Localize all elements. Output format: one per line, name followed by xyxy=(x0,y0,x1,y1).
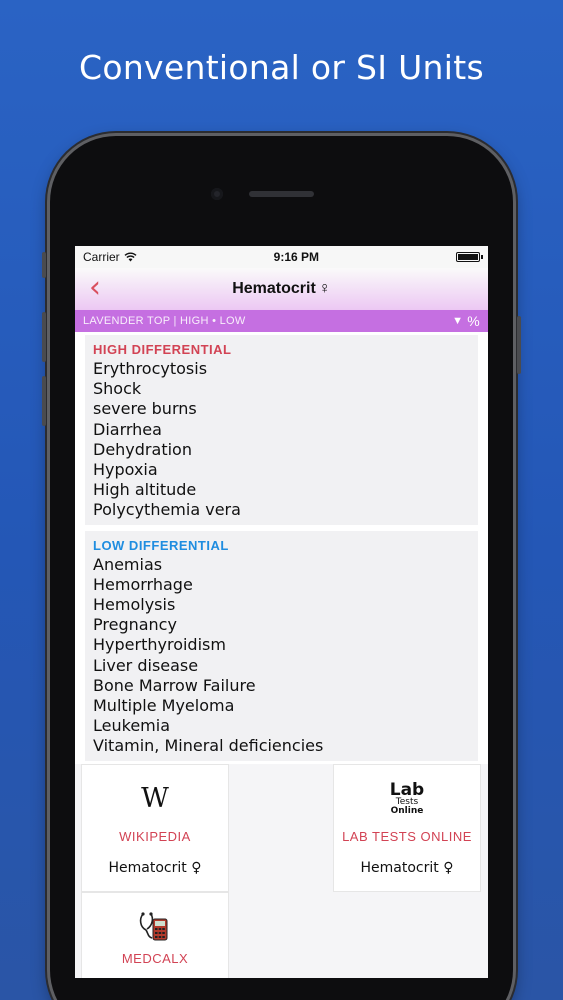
medcalx-link-card[interactable]: MEDCALX xyxy=(81,891,229,978)
lab-logo-big: Lab xyxy=(389,780,425,801)
differential-item: Vitamin, Mineral deficiencies xyxy=(93,736,324,756)
lab-tests-online-subtitle: Hematocrit ♀ xyxy=(360,859,454,876)
battery-icon xyxy=(456,252,483,262)
low-differential-list: Anemias Hemorrhage Hemolysis Pregnancy Hyper… xyxy=(93,555,470,757)
page-title: Hematocrit ♀ xyxy=(232,280,331,298)
unit-toggle-button[interactable]: % xyxy=(467,313,480,329)
high-differential-title: HIGH DIFFERENTIAL xyxy=(93,342,232,357)
power-button xyxy=(517,316,521,374)
phone-frame: Carrier 9:16 PM ‹ Hematocrit ♀ LAVENDER T… xyxy=(42,136,521,1000)
wikipedia-link-card[interactable]: W WIKIPEDIA Hematocrit ♀ xyxy=(81,763,229,892)
differential-item: Erythrocytosis xyxy=(93,359,208,378)
differential-item: Anemias xyxy=(93,554,163,574)
navigation-bar: ‹ Hematocrit ♀ xyxy=(75,268,488,310)
back-button[interactable]: ‹ xyxy=(81,273,109,304)
low-differential-card: LOW DIFFERENTIAL Anemias Hemorrhage Hemoly… xyxy=(85,530,478,761)
specimen-info-bar: LAVENDER TOP | HIGH • LOW ▼ % xyxy=(75,310,488,332)
app-screen: Carrier 9:16 PM ‹ Hematocrit ♀ LAVENDER T… xyxy=(75,246,488,978)
differential-item: Hemolysis xyxy=(93,595,176,615)
differential-item: Multiple Myeloma xyxy=(93,696,235,716)
wikipedia-logo-icon: W xyxy=(141,783,169,815)
wikipedia-label: WIKIPEDIA xyxy=(119,828,191,844)
front-camera xyxy=(211,188,223,200)
differential-item: Dehydration xyxy=(93,439,192,459)
earpiece-speaker xyxy=(249,191,314,197)
reference-links-grid: W WIKIPEDIA Hematocrit ♀ Lab Tests Onlin… xyxy=(75,763,488,978)
differential-item: High altitude xyxy=(93,480,197,500)
differential-item: Pregnancy xyxy=(93,615,177,635)
volume-down-button xyxy=(42,376,46,426)
mute-switch xyxy=(42,252,46,278)
differential-item: Bone Marrow Failure xyxy=(93,675,256,695)
female-symbol-icon: ♀ xyxy=(318,280,331,297)
differential-item: Hyperthyroidism xyxy=(93,635,226,655)
specimen-info-text: LAVENDER TOP | HIGH • LOW xyxy=(83,315,246,327)
wifi-icon xyxy=(124,252,137,262)
high-differential-card: HIGH DIFFERENTIAL Erythrocytosis Shock sev… xyxy=(85,335,478,525)
differential-item: Hemorrhage xyxy=(93,574,193,594)
status-bar: Carrier 9:16 PM xyxy=(75,246,488,268)
lab-logo-online: Online xyxy=(390,805,424,816)
differential-item: Diarrhea xyxy=(93,419,162,439)
volume-up-button xyxy=(42,312,46,362)
page-title-text: Hematocrit xyxy=(232,280,316,297)
differential-item: Hypoxia xyxy=(93,460,158,480)
differential-item: Leukemia xyxy=(93,716,170,736)
carrier-label: Carrier xyxy=(83,250,120,264)
medcalx-label: MEDCALX xyxy=(121,950,189,966)
lab-tests-online-label: LAB TESTS ONLINE xyxy=(342,828,472,844)
differential-item: Polycythemia vera xyxy=(93,500,241,520)
wikipedia-subtitle: Hematocrit ♀ xyxy=(108,859,202,876)
promo-headline: Conventional or SI Units xyxy=(79,48,484,87)
high-differential-list: Erythrocytosis Shock severe burns Diarrhea D… xyxy=(93,359,470,521)
status-time: 9:16 PM xyxy=(273,250,320,264)
differentials-content: HIGH DIFFERENTIAL Erythrocytosis Shock sev… xyxy=(75,332,488,761)
lab-tests-online-link-card[interactable]: Lab Tests Online LAB TESTS ONLINE Hemato… xyxy=(333,763,481,892)
low-differential-title: LOW DIFFERENTIAL xyxy=(93,537,229,553)
differential-item: Liver disease xyxy=(93,655,199,675)
differential-item: severe burns xyxy=(93,399,197,419)
lab-tests-online-logo-icon: Lab Tests Online xyxy=(389,780,425,816)
calculator-stethoscope-icon xyxy=(139,912,168,941)
differential-item: Shock xyxy=(93,379,142,399)
filter-triangle-icon[interactable]: ▼ xyxy=(452,315,463,327)
